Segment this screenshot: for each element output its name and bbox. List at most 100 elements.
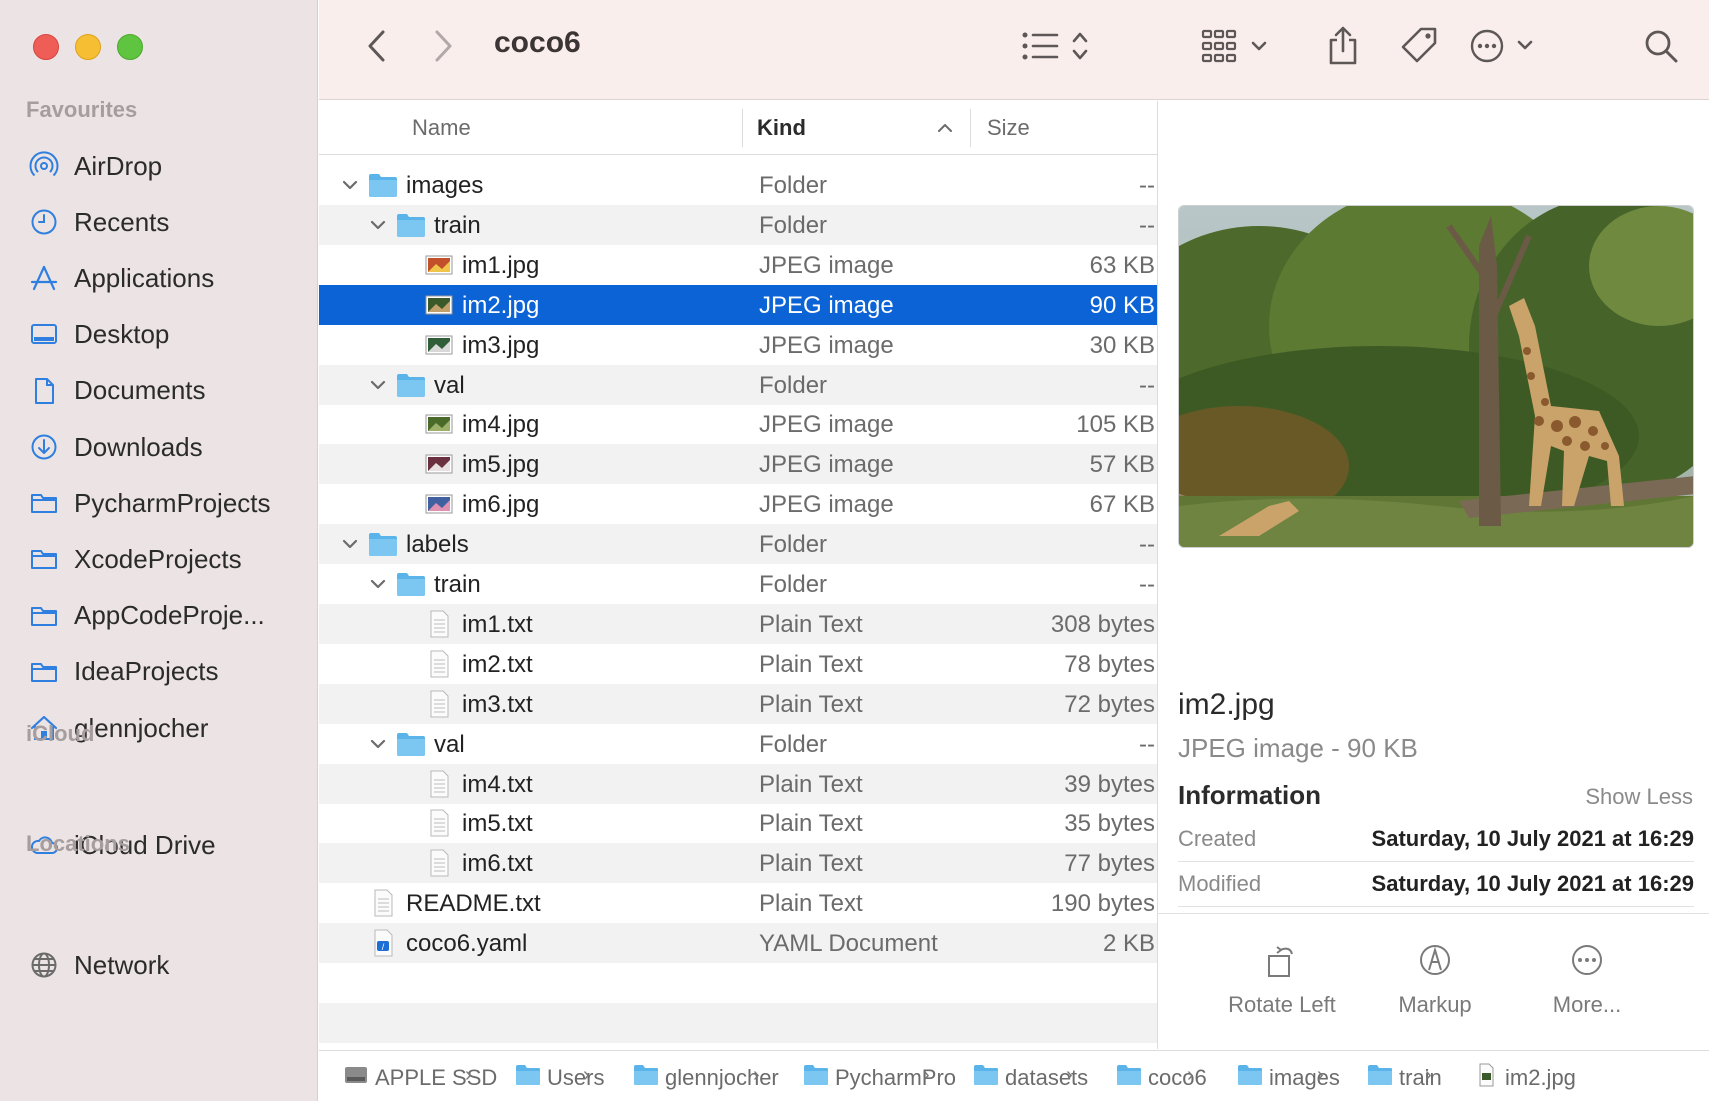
- table-row[interactable]: val Folder --: [319, 724, 1157, 764]
- table-row[interactable]: im1.jpg JPEG image 63 KB: [319, 245, 1157, 285]
- file-size: 2 KB: [1102, 930, 1155, 958]
- image-file-icon: [424, 490, 454, 518]
- sidebar-item-applications[interactable]: Applications: [28, 256, 214, 300]
- disclosure-chevron-down-icon[interactable]: [366, 213, 390, 237]
- preview-divider[interactable]: [1157, 101, 1158, 1049]
- table-row[interactable]: im4.jpg JPEG image 105 KB: [319, 404, 1157, 444]
- sidebar-item-recents[interactable]: Recents: [28, 200, 169, 244]
- column-name-header[interactable]: Name: [412, 101, 471, 155]
- file-kind: Plain Text: [759, 810, 863, 838]
- sidebar-item-desktop[interactable]: Desktop: [28, 313, 169, 357]
- disclosure-chevron-down-icon[interactable]: [338, 532, 362, 556]
- file-size: 72 bytes: [1064, 690, 1155, 718]
- file-kind: JPEG image: [759, 411, 894, 439]
- table-row[interactable]: im5.txt Plain Text 35 bytes: [319, 803, 1157, 843]
- window-title: coco6: [494, 26, 581, 59]
- view-options-button[interactable]: [1019, 22, 1099, 70]
- sidebar-item-label: IdeaProjects: [74, 656, 219, 687]
- forward-button[interactable]: [427, 22, 461, 70]
- image-file-icon: [424, 291, 454, 319]
- table-row[interactable]: labels Folder --: [319, 524, 1157, 565]
- table-row[interactable]: im2.txt Plain Text 78 bytes: [319, 644, 1157, 684]
- document-icon: [28, 375, 60, 407]
- table-row[interactable]: im5.jpg JPEG image 57 KB: [319, 444, 1157, 485]
- path-separator-chevron-icon: ›: [923, 1064, 930, 1086]
- sort-ascending-icon: [937, 101, 953, 155]
- disclosure-chevron-down-icon[interactable]: [338, 173, 362, 197]
- markup-button[interactable]: Markup: [1360, 940, 1510, 1018]
- table-row[interactable]: im2.jpg JPEG image 90 KB: [319, 284, 1157, 325]
- sidebar-item-ideaprojects[interactable]: IdeaProjects: [28, 650, 219, 694]
- table-row[interactable]: images Folder --: [319, 165, 1157, 205]
- table-row[interactable]: train Folder --: [319, 204, 1157, 245]
- window-controls: [33, 34, 143, 60]
- table-row[interactable]: im3.jpg JPEG image 30 KB: [319, 325, 1157, 365]
- sidebar-item-appcodeproje[interactable]: AppCodeProje...: [28, 594, 265, 638]
- back-button[interactable]: [359, 22, 393, 70]
- path-crumb[interactable]: im2.jpg: [1473, 1063, 1576, 1093]
- path-separator-chevron-icon: ›: [1187, 1064, 1194, 1086]
- tags-button[interactable]: [1395, 22, 1443, 70]
- show-less-link[interactable]: Show Less: [1585, 784, 1693, 810]
- disclosure-chevron-down-icon[interactable]: [366, 572, 390, 596]
- table-row[interactable]: train Folder --: [319, 564, 1157, 604]
- folder-icon: [28, 543, 60, 575]
- search-button[interactable]: [1637, 22, 1685, 70]
- close-window-button[interactable]: [33, 34, 59, 60]
- column-separator[interactable]: [970, 109, 971, 147]
- file-size: 190 bytes: [1050, 890, 1155, 918]
- path-crumb-label: coco6: [1148, 1065, 1207, 1090]
- table-row[interactable]: im6.jpg JPEG image 67 KB: [319, 484, 1157, 524]
- table-row[interactable]: im3.txt Plain Text 72 bytes: [319, 683, 1157, 724]
- path-crumb-label: PycharmPro: [835, 1065, 957, 1090]
- file-name: im5.txt: [462, 810, 533, 838]
- sidebar-item-downloads[interactable]: Downloads: [28, 425, 203, 469]
- table-row[interactable]: im6.txt Plain Text 77 bytes: [319, 843, 1157, 884]
- table-row[interactable]: val Folder --: [319, 364, 1157, 405]
- path-crumb[interactable]: Users: [515, 1063, 604, 1093]
- empty-row: [319, 963, 1157, 1003]
- text-file-icon: [424, 770, 454, 798]
- sidebar-item-airdrop[interactable]: AirDrop: [28, 144, 162, 188]
- file-size: --: [1139, 730, 1155, 758]
- table-row[interactable]: / coco6.yaml YAML Document 2 KB: [319, 923, 1157, 964]
- table-row[interactable]: im4.txt Plain Text 39 bytes: [319, 763, 1157, 804]
- disclosure-chevron-down-icon[interactable]: [366, 373, 390, 397]
- created-row: Created Saturday, 10 July 2021 at 16:29: [1178, 818, 1694, 862]
- rotate-left-button[interactable]: Rotate Left: [1207, 940, 1357, 1018]
- preview-file-kind: JPEG image - 90 KB: [1178, 733, 1418, 763]
- path-crumb[interactable]: PycharmPro: [803, 1063, 956, 1093]
- column-separator[interactable]: [742, 109, 743, 147]
- folder-icon: [396, 211, 426, 239]
- share-button[interactable]: [1319, 22, 1367, 70]
- file-name: im5.jpg: [462, 451, 540, 479]
- column-kind-header[interactable]: Kind: [757, 101, 806, 155]
- column-size-header[interactable]: Size: [987, 101, 1030, 155]
- path-separator-chevron-icon: ›: [1425, 1064, 1432, 1086]
- sidebar-item-documents[interactable]: Documents: [28, 369, 206, 413]
- sidebar-item-label: AirDrop: [74, 150, 163, 181]
- path-crumb[interactable]: images: [1237, 1063, 1340, 1093]
- file-name: im3.jpg: [462, 331, 540, 359]
- file-name: images: [406, 172, 484, 199]
- sidebar-item-pycharmprojects[interactable]: PycharmProjects: [28, 481, 271, 525]
- information-heading: Information: [1178, 780, 1321, 810]
- more-button[interactable]: More...: [1512, 940, 1662, 1018]
- file-size: 39 bytes: [1064, 770, 1155, 798]
- sidebar-item-xcodeprojects[interactable]: XcodeProjects: [28, 537, 242, 581]
- table-row[interactable]: README.txt Plain Text 190 bytes: [319, 883, 1157, 923]
- preview-image: [1178, 205, 1694, 548]
- minimize-window-button[interactable]: [75, 34, 101, 60]
- sidebar-item-network[interactable]: Network: [28, 943, 169, 987]
- zoom-window-button[interactable]: [117, 34, 143, 60]
- image-file-icon: [1473, 1063, 1499, 1093]
- group-button[interactable]: [1199, 22, 1279, 70]
- text-file-icon: [368, 889, 398, 917]
- table-row[interactable]: im1.txt Plain Text 308 bytes: [319, 603, 1157, 644]
- disclosure-chevron-down-icon[interactable]: [366, 732, 390, 756]
- folder-icon: [28, 656, 60, 688]
- action-menu-button[interactable]: [1467, 22, 1547, 70]
- sidebar-item-label: Recents: [74, 206, 170, 237]
- folder-icon: [633, 1063, 659, 1093]
- path-crumb[interactable]: APPLE SSD: [343, 1063, 497, 1093]
